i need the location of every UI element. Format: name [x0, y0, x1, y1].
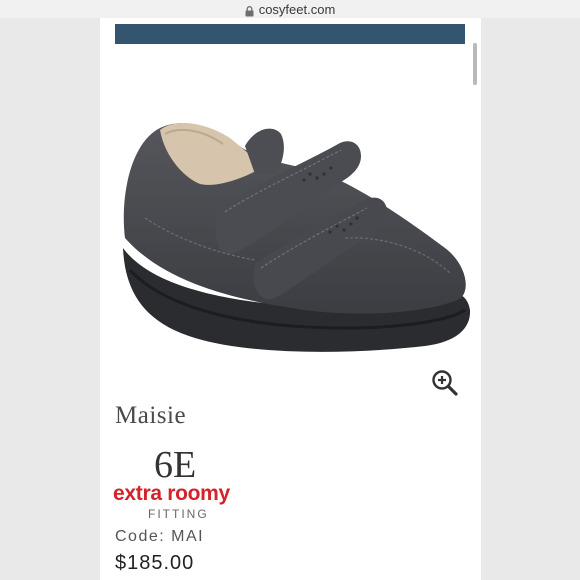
product-price: $185.00	[115, 552, 195, 574]
product-code: Code: MAI	[115, 528, 205, 545]
fit-sub-label: FITTING	[148, 507, 209, 521]
url-text: cosyfeet.com	[258, 1, 336, 17]
product-image[interactable]	[105, 88, 475, 378]
lock-icon	[245, 5, 254, 16]
product-name: Maisie	[115, 402, 187, 429]
right-margin	[481, 0, 580, 580]
zoom-in-icon[interactable]	[430, 368, 460, 398]
fit-size: 6E	[154, 444, 197, 486]
header-banner	[115, 24, 465, 44]
product-page: Maisie 6E extra roomy FITTING Code: MAI …	[100, 18, 481, 580]
left-margin	[0, 0, 100, 580]
fit-label: extra roomy	[113, 482, 230, 505]
address-bar[interactable]: cosyfeet.com	[0, 0, 580, 18]
scrollbar[interactable]	[473, 43, 477, 85]
